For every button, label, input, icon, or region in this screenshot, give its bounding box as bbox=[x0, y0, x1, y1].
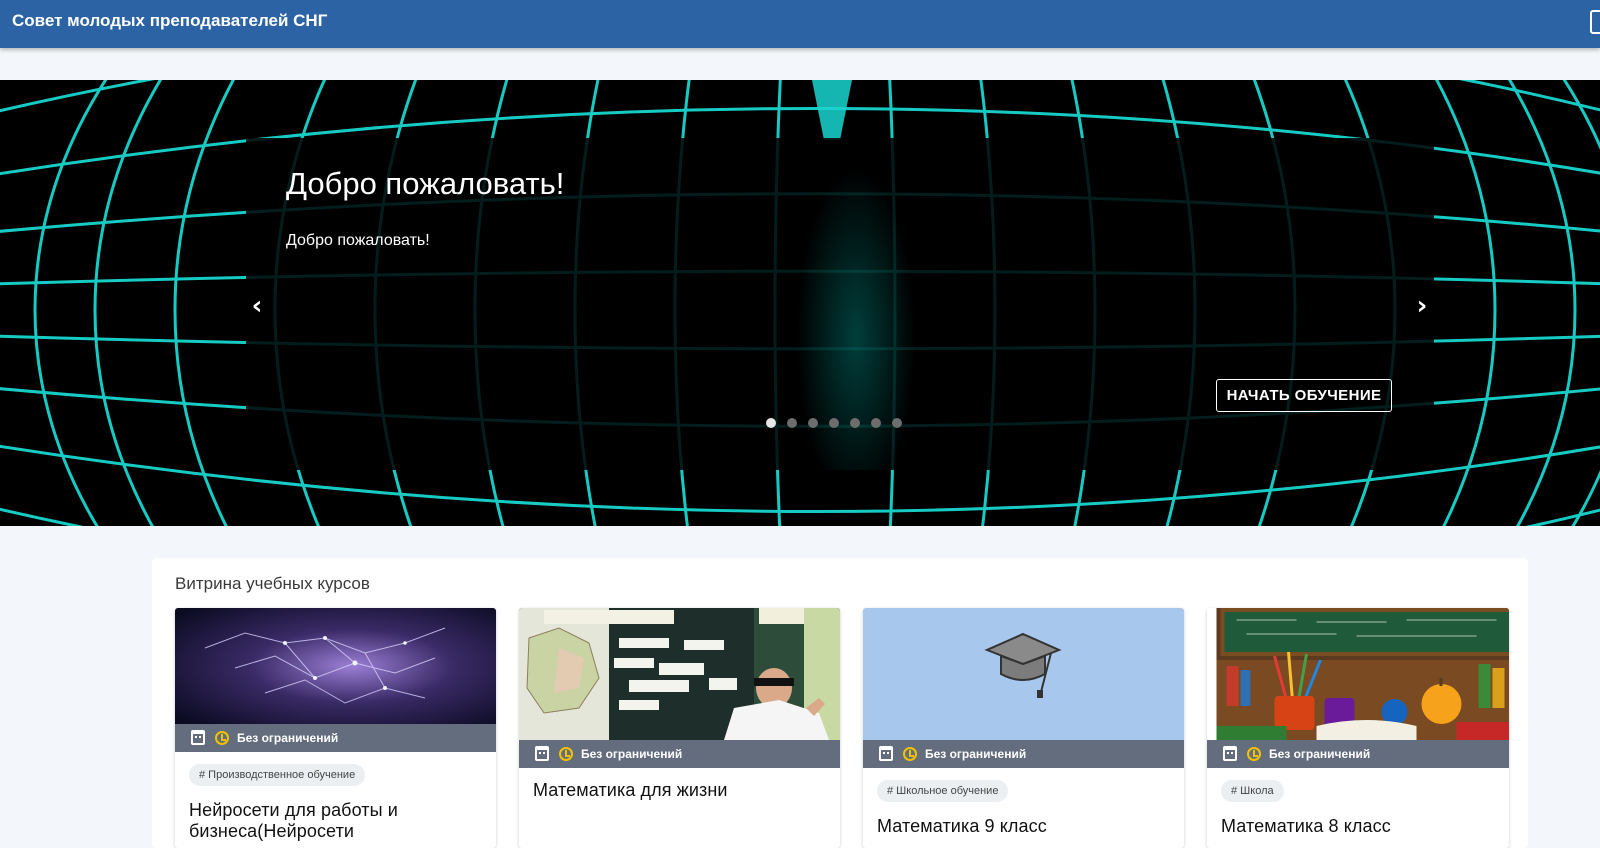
carousel-dot-6[interactable] bbox=[871, 418, 881, 428]
site-title[interactable]: Совет молодых преподавателей СНГ bbox=[12, 11, 327, 31]
carousel-dot-2[interactable] bbox=[787, 418, 797, 428]
course-title[interactable]: Математика для жизни bbox=[533, 780, 829, 801]
course-duration-badge: Без ограничений bbox=[1207, 740, 1509, 768]
carousel-dot-1[interactable] bbox=[766, 418, 776, 428]
course-title[interactable]: Математика 9 класс bbox=[877, 816, 1173, 837]
course-card[interactable]: Без ограничений # Производственное обуче… bbox=[175, 608, 496, 848]
duration-text: Без ограничений bbox=[1269, 747, 1371, 761]
course-duration-badge: Без ограничений bbox=[519, 740, 840, 768]
course-title[interactable]: Нейросети для работы и бизнеса(Нейросети bbox=[189, 800, 485, 842]
slide-title: Добро пожаловать! bbox=[286, 166, 565, 201]
calendar-icon bbox=[535, 746, 549, 761]
course-tag[interactable]: # Школьное обучение bbox=[877, 780, 1009, 802]
calendar-icon bbox=[191, 730, 205, 745]
carousel-dot-4[interactable] bbox=[829, 418, 839, 428]
duration-text: Без ограничений bbox=[925, 747, 1027, 761]
course-tag[interactable]: # Производственное обучение bbox=[189, 764, 366, 786]
school-supplies-image bbox=[1216, 608, 1509, 740]
clock-icon bbox=[903, 747, 917, 761]
carousel-dot-3[interactable] bbox=[808, 418, 818, 428]
neural-network-image bbox=[175, 608, 496, 724]
duration-text: Без ограничений bbox=[581, 747, 683, 761]
carousel-prev-icon[interactable]: ‹ bbox=[246, 292, 268, 320]
top-bar: Совет молодых преподавателей СНГ bbox=[0, 0, 1600, 48]
clock-icon bbox=[215, 731, 229, 745]
course-duration-badge: Без ограничений bbox=[175, 724, 496, 752]
course-showcase: Витрина учебных курсов Без ограничений #… bbox=[152, 558, 1528, 848]
showcase-title: Витрина учебных курсов bbox=[175, 574, 370, 593]
course-duration-badge: Без ограничений bbox=[863, 740, 1184, 768]
menu-toggle-button[interactable] bbox=[1590, 10, 1600, 34]
slide-text: Добро пожаловать! bbox=[286, 232, 430, 249]
course-card[interactable]: Без ограничений # Школа Математика 8 кла… bbox=[1207, 608, 1509, 848]
course-card[interactable]: Без ограничений Математика для жизни bbox=[519, 608, 840, 848]
carousel-dot-5[interactable] bbox=[850, 418, 860, 428]
course-title[interactable]: Математика 8 класс bbox=[1221, 816, 1509, 837]
graduation-cap-image bbox=[863, 608, 1184, 740]
duration-text: Без ограничений bbox=[237, 731, 339, 745]
clock-icon bbox=[1247, 747, 1261, 761]
carousel-indicators bbox=[766, 418, 902, 430]
clock-icon bbox=[559, 747, 573, 761]
classroom-teacher-image bbox=[519, 608, 840, 740]
course-card[interactable]: Без ограничений # Школьное обучение Мате… bbox=[863, 608, 1184, 848]
course-tag[interactable]: # Школа bbox=[1221, 780, 1284, 802]
carousel-next-icon[interactable]: › bbox=[1411, 292, 1433, 320]
start-learning-button[interactable]: НАЧАТЬ ОБУЧЕНИЕ bbox=[1216, 379, 1392, 412]
carousel-dot-7[interactable] bbox=[892, 418, 902, 428]
hero-carousel: Добро пожаловать! Добро пожаловать! НАЧА… bbox=[0, 80, 1600, 526]
calendar-icon bbox=[1223, 746, 1237, 761]
calendar-icon bbox=[879, 746, 893, 761]
